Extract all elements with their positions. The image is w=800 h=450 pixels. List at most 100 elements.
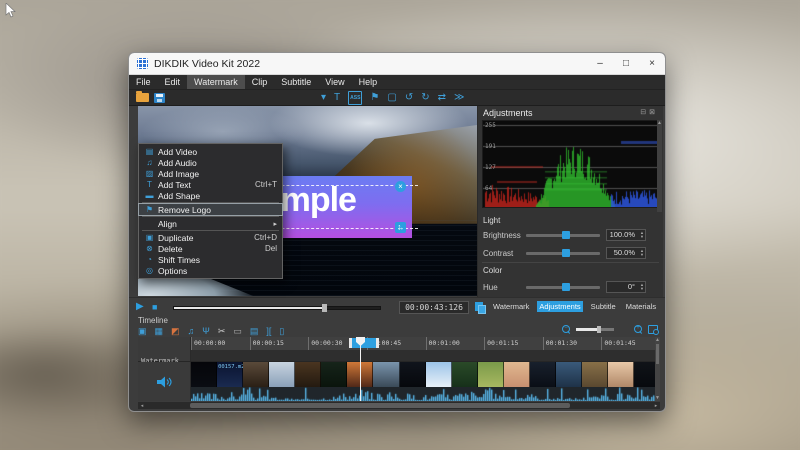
filmstrip-thumbnail[interactable]	[504, 362, 530, 387]
close-button[interactable]: ×	[639, 53, 665, 74]
playhead[interactable]	[360, 337, 361, 401]
panel-scrollbar[interactable]: ▲	[657, 120, 662, 212]
filmstrip-thumbnail[interactable]	[452, 362, 478, 387]
seek-thumb[interactable]	[322, 304, 327, 312]
menubar-item-view[interactable]: View	[318, 75, 351, 89]
add-video-track-icon[interactable]: ▣	[138, 326, 147, 336]
hscroll-track[interactable]	[146, 403, 652, 408]
menu-add-audio[interactable]: ♫Add Audio	[139, 157, 282, 168]
contrast-slider-thumb[interactable]	[562, 249, 570, 257]
menu-delete[interactable]: ⊗DeleteDel	[139, 243, 282, 254]
timeline-vertical-scrollbar[interactable]: ▲ ▼	[655, 337, 660, 401]
add-music-icon[interactable]: ♫	[188, 326, 195, 336]
filmstrip-thumbnail[interactable]	[400, 362, 426, 387]
color-icon[interactable]: ◩	[171, 326, 180, 336]
zoom-out-icon[interactable]: −	[562, 325, 571, 334]
menubar-item-file[interactable]: File	[129, 75, 158, 89]
menubar-item-watermark[interactable]: Watermark	[187, 75, 245, 89]
split-icon[interactable]: ][	[266, 326, 271, 336]
crop-icon[interactable]: ▢	[387, 93, 396, 103]
hue-spinner[interactable]: ▲▼	[638, 282, 646, 292]
style-dropdown-arrow[interactable]: ▾	[321, 93, 326, 103]
scroll-right-icon[interactable]: ▸	[652, 403, 660, 409]
trash-icon[interactable]: ▯	[279, 326, 284, 336]
zoom-fit-icon[interactable]	[648, 325, 658, 334]
menu-align[interactable]: Align▸	[139, 218, 282, 229]
filmstrip-thumbnail[interactable]	[243, 362, 269, 387]
filmstrip-thumbnail[interactable]	[556, 362, 582, 387]
copy-timecode-icon[interactable]	[475, 302, 484, 312]
speed-icon[interactable]: ≫	[454, 93, 464, 103]
menu-add-video[interactable]: ▤Add Video	[139, 146, 282, 157]
remove-logo-icon: ⚑	[143, 205, 156, 214]
menu-remove-logo[interactable]: ⚑Remove Logo	[139, 204, 282, 215]
eraser-icon[interactable]: ▭	[233, 326, 242, 336]
contrast-spinner[interactable]: ▲▼	[638, 248, 646, 258]
flip-icon[interactable]: ⇄	[438, 93, 446, 103]
overlay-move-handle-icon[interactable]: ↔↔	[395, 222, 406, 233]
timeline-ruler[interactable]: 00:00:0000:00:1500:00:3000:00:4500:01:00…	[138, 337, 660, 350]
tab-subtitle[interactable]: Subtitle	[589, 301, 618, 312]
cut-icon[interactable]: ✂	[218, 326, 226, 336]
filmstrip-thumbnail[interactable]	[608, 362, 634, 387]
menu-options[interactable]: ◎Options	[139, 265, 282, 276]
tab-adjustments[interactable]: Adjustments	[537, 301, 582, 312]
maximize-button[interactable]: □	[613, 53, 639, 74]
ass-subtitle-icon[interactable]: ASS	[348, 91, 362, 105]
paste-icon[interactable]: ▤	[250, 326, 259, 336]
filmstrip-thumbnail[interactable]	[530, 362, 556, 387]
menubar-item-subtitle[interactable]: Subtitle	[274, 75, 318, 89]
app-icon	[137, 58, 148, 69]
hue-slider-thumb[interactable]	[562, 283, 570, 291]
add-text-icon[interactable]: T	[334, 93, 340, 103]
menubar-item-edit[interactable]: Edit	[158, 75, 188, 89]
scroll-left-icon[interactable]: ◂	[138, 403, 146, 409]
timeline-horizontal-scrollbar[interactable]: ◂ ▸	[138, 402, 660, 409]
open-folder-icon[interactable]	[136, 93, 149, 102]
zoom-in-icon[interactable]: +	[634, 325, 643, 334]
save-icon[interactable]	[154, 93, 165, 103]
zoom-thumb[interactable]	[597, 326, 601, 333]
brightness-spinner[interactable]: ▲▼	[638, 230, 646, 240]
panel-close-icon[interactable]: ⊠	[649, 108, 655, 116]
filmstrip-thumbnail[interactable]	[373, 362, 399, 387]
brightness-slider-thumb[interactable]	[562, 231, 570, 239]
audio-waveform-track[interactable]	[191, 387, 660, 401]
hscroll-handle[interactable]	[190, 403, 570, 408]
remove-logo-icon[interactable]: ⚑	[370, 93, 379, 103]
titlebar[interactable]: DIKDIK Video Kit 2022 – □ ×	[129, 53, 665, 75]
menu-add-text[interactable]: TAdd TextCtrl+T	[139, 179, 282, 190]
speaker-icon[interactable]	[157, 376, 172, 388]
filmstrip-thumbnail[interactable]	[582, 362, 608, 387]
record-mic-icon[interactable]: Ψ	[202, 326, 210, 336]
watermark-track[interactable]: Watermark	[138, 350, 660, 362]
play-button[interactable]: ▶	[136, 302, 144, 312]
minimize-button[interactable]: –	[587, 53, 613, 74]
window-controls: – □ ×	[587, 53, 665, 74]
menubar-item-help[interactable]: Help	[352, 75, 385, 89]
seek-slider[interactable]	[173, 306, 381, 310]
stop-button[interactable]: ■	[152, 302, 157, 312]
add-image-track-icon[interactable]: ▦	[155, 326, 164, 336]
filmstrip-thumbnail[interactable]	[269, 362, 295, 387]
tab-watermark[interactable]: Watermark	[491, 301, 531, 312]
filmstrip-thumbnail[interactable]	[321, 362, 347, 387]
menu-add-shape[interactable]: ▬Add Shape	[139, 190, 282, 201]
menu-shift-times[interactable]: ◔Shift Times	[139, 254, 282, 265]
menu-add-image[interactable]: ▨Add Image	[139, 168, 282, 179]
tab-materials[interactable]: Materials	[624, 301, 658, 312]
overlay-close-icon[interactable]: ×	[395, 181, 406, 192]
rotate-right-icon[interactable]: ↻	[421, 93, 429, 103]
panel-dock-icon[interactable]: ⊟	[640, 108, 646, 116]
text-icon: T	[143, 180, 156, 189]
filmstrip-thumbnail[interactable]	[426, 362, 452, 387]
menubar-item-clip[interactable]: Clip	[245, 75, 275, 89]
waveform-canvas[interactable]	[191, 387, 657, 401]
filmstrip-thumbnail[interactable]	[191, 362, 217, 387]
filmstrip-thumbnail[interactable]	[295, 362, 321, 387]
timeline-zoom-slider[interactable]	[576, 328, 614, 331]
filmstrip-thumbnail[interactable]: 00157.m2ts	[217, 362, 243, 387]
filmstrip-thumbnail[interactable]	[478, 362, 504, 387]
menu-duplicate[interactable]: ▣DuplicateCtrl+D	[139, 232, 282, 243]
rotate-left-icon[interactable]: ↺	[405, 93, 413, 103]
